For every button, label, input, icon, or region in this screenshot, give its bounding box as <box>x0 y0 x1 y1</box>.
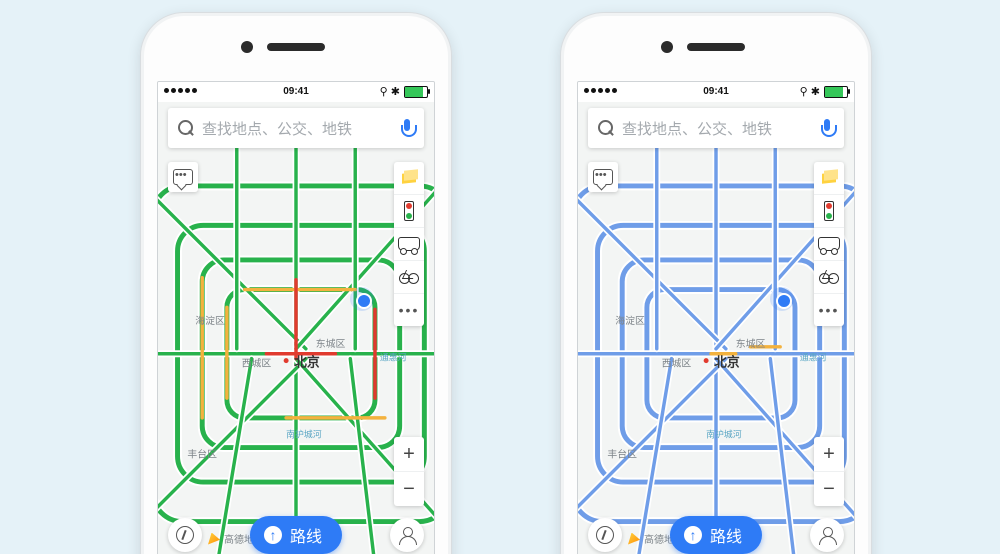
microphone-icon[interactable] <box>820 119 834 137</box>
search-icon <box>598 120 614 136</box>
bike-button[interactable] <box>394 261 424 294</box>
city-label: 北京 <box>714 355 740 370</box>
bike-icon <box>399 270 419 284</box>
traffic-toggle[interactable] <box>814 195 844 228</box>
app-screen: 09:41 ⚲ ✱ <box>157 81 435 554</box>
bluetooth-icon: ⚲ ✱ <box>380 82 400 102</box>
layers-button[interactable] <box>814 162 844 195</box>
device-speaker <box>267 43 325 51</box>
amap-logo-icon <box>628 533 640 545</box>
river-nanhu: 南护城河 <box>706 429 742 440</box>
traffic-light-icon <box>404 201 414 221</box>
zoom-control: + − <box>814 437 844 506</box>
layers-button[interactable] <box>394 162 424 195</box>
district-dongcheng: 东城区 <box>316 337 346 350</box>
zoom-control: + − <box>394 437 424 506</box>
user-icon <box>819 527 835 543</box>
current-location-marker <box>350 287 374 311</box>
layers-icon <box>400 169 418 187</box>
traffic-light-icon <box>824 201 834 221</box>
city-label: 北京 <box>294 355 320 370</box>
bike-button[interactable] <box>814 261 844 294</box>
layers-icon <box>820 169 838 187</box>
district-dongcheng: 东城区 <box>736 337 766 350</box>
car-icon <box>818 237 840 251</box>
district-haidian: 海淀区 <box>615 314 645 327</box>
car-icon <box>398 237 420 251</box>
status-bar: 09:41 ⚲ ✱ <box>158 82 434 102</box>
route-button[interactable]: ↑路线 <box>670 516 762 554</box>
recenter-button[interactable] <box>168 518 202 552</box>
more-button[interactable]: ••• <box>394 294 424 326</box>
current-location-marker <box>770 287 794 311</box>
device-speaker <box>687 43 745 51</box>
district-xicheng: 西城区 <box>242 358 272 370</box>
device-camera <box>241 41 253 53</box>
compass-icon <box>176 526 194 544</box>
messages-button[interactable] <box>168 162 198 192</box>
zoom-out-button[interactable]: − <box>394 472 424 506</box>
zoom-out-button[interactable]: − <box>814 472 844 506</box>
search-icon <box>178 120 194 136</box>
more-icon: ••• <box>399 305 420 315</box>
messages-button[interactable] <box>588 162 618 192</box>
search-placeholder: 查找地点、公交、地铁 <box>202 118 400 139</box>
battery-icon <box>824 86 848 98</box>
chat-icon <box>173 169 193 185</box>
search-bar[interactable]: 查找地点、公交、地铁 <box>588 108 844 148</box>
map-tools-column: ••• <box>394 162 424 326</box>
district-xicheng: 西城区 <box>662 358 692 370</box>
battery-icon <box>404 86 428 98</box>
profile-button[interactable] <box>810 518 844 552</box>
chat-icon <box>593 169 613 185</box>
compass-icon <box>596 526 614 544</box>
taxi-button[interactable] <box>394 228 424 261</box>
route-arrow-icon: ↑ <box>684 526 702 544</box>
profile-button[interactable] <box>390 518 424 552</box>
bike-icon <box>819 270 839 284</box>
bluetooth-icon: ⚲ ✱ <box>800 82 820 102</box>
status-bar: 09:41 ⚲ ✱ <box>578 82 854 102</box>
phone-traffic-on: 09:41 ⚲ ✱ <box>140 12 452 554</box>
district-fengtai: 丰台区 <box>607 447 637 460</box>
app-screen: 09:41 ⚲ ✱ <box>577 81 855 554</box>
traffic-toggle[interactable] <box>394 195 424 228</box>
river-nanhu: 南护城河 <box>286 429 322 440</box>
microphone-icon[interactable] <box>400 119 414 137</box>
user-icon <box>399 527 415 543</box>
district-haidian: 海淀区 <box>195 314 225 327</box>
river-tonghui: 通惠河 <box>800 352 827 363</box>
map-tools-column: ••• <box>814 162 844 326</box>
map-canvas[interactable]: 海淀区 西城区 东城区 丰台区 北七家镇 北京 通惠河 南护城河 S11 <box>578 102 854 554</box>
more-button[interactable]: ••• <box>814 294 844 326</box>
more-icon: ••• <box>819 305 840 315</box>
zoom-in-button[interactable]: + <box>814 437 844 472</box>
device-camera <box>661 41 673 53</box>
district-fengtai: 丰台区 <box>187 447 217 460</box>
zoom-in-button[interactable]: + <box>394 437 424 472</box>
river-tonghui: 通惠河 <box>380 352 407 363</box>
comparison-stage: 09:41 ⚲ ✱ <box>0 0 1000 554</box>
route-button[interactable]: ↑路线 <box>250 516 342 554</box>
amap-logo-icon <box>208 533 220 545</box>
search-placeholder: 查找地点、公交、地铁 <box>622 118 820 139</box>
taxi-button[interactable] <box>814 228 844 261</box>
route-arrow-icon: ↑ <box>264 526 282 544</box>
recenter-button[interactable] <box>588 518 622 552</box>
phone-traffic-off: 09:41 ⚲ ✱ <box>560 12 872 554</box>
map-canvas[interactable]: 海淀区 西城区 东城区 丰台区 北七家镇 北京 通惠河 南护城河 S11 <box>158 102 434 554</box>
search-bar[interactable]: 查找地点、公交、地铁 <box>168 108 424 148</box>
